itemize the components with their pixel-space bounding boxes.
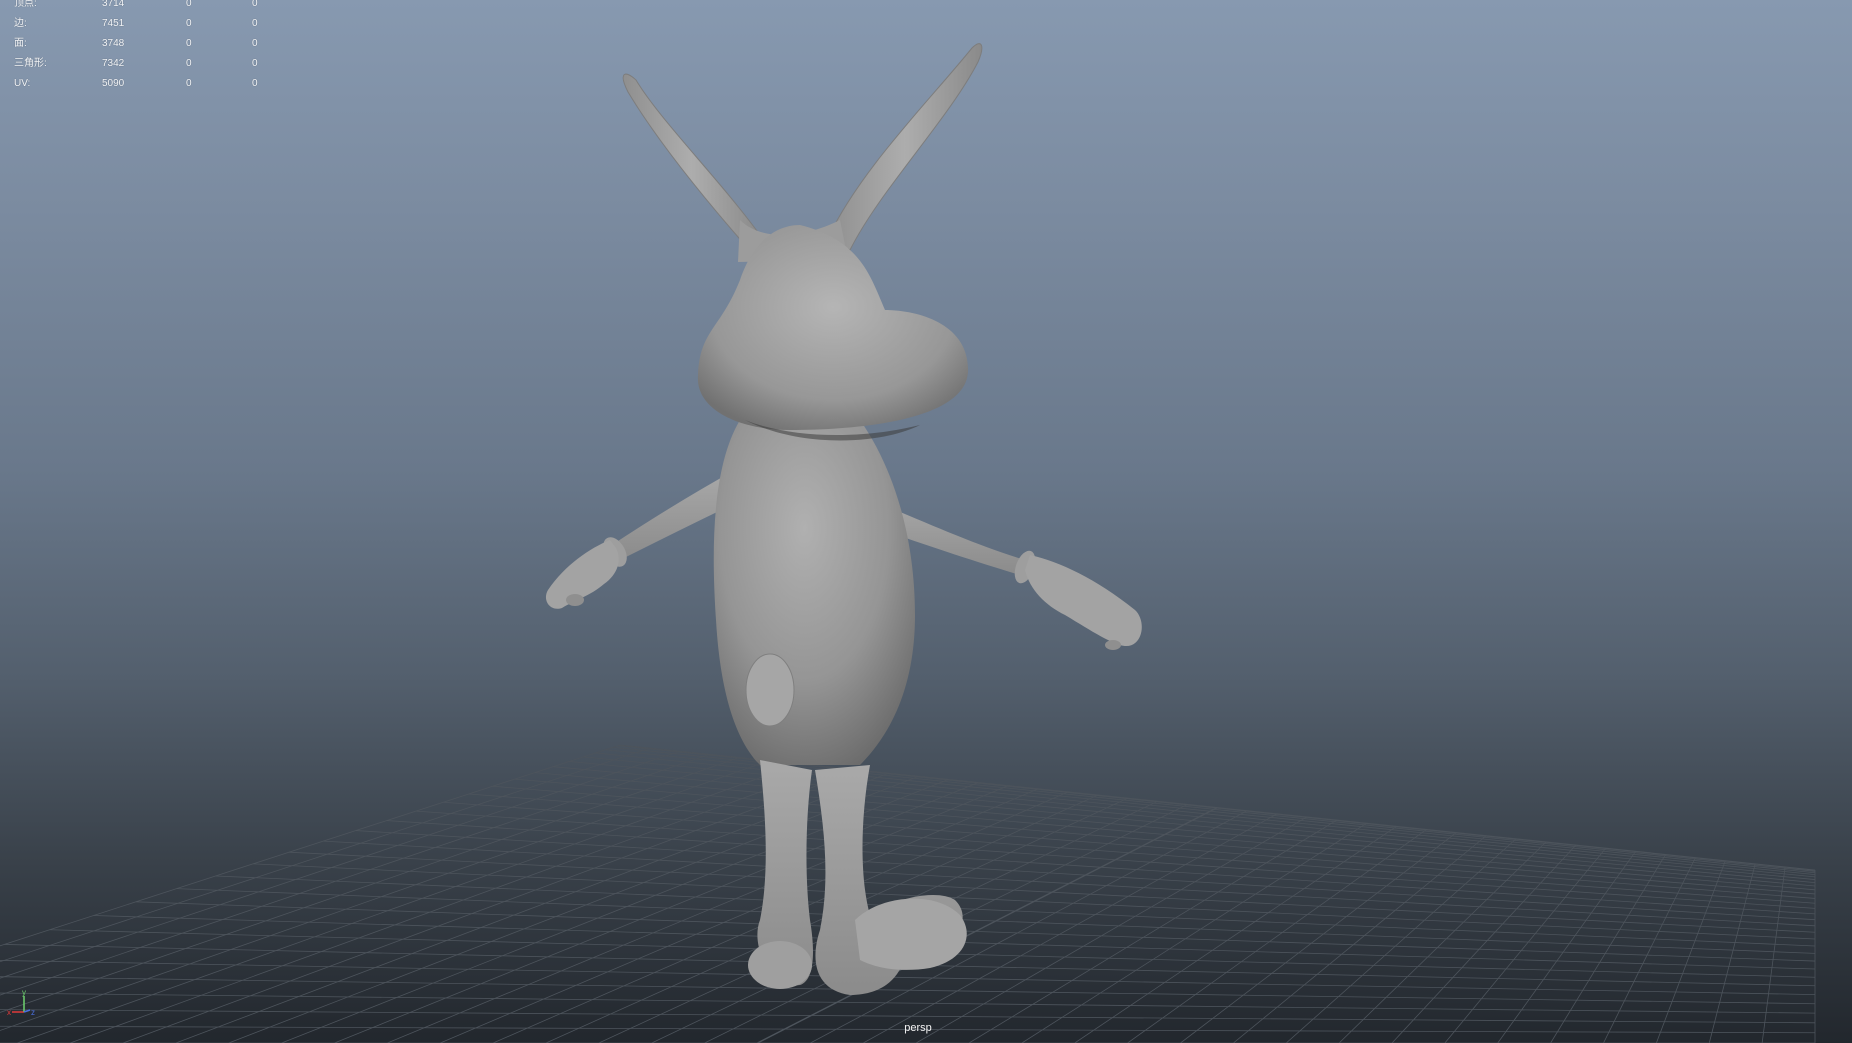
- hud-component-value: 0: [252, 0, 258, 9]
- hud-total-value: 5090: [102, 78, 125, 89]
- 3d-viewport[interactable]: 顶点: 3714 0 0 边: 7451 0 0 面: 3748 0 0 三角形…: [0, 0, 1852, 1043]
- grid-line: [228, 775, 919, 1043]
- grid-line: [215, 875, 1816, 947]
- hud-selected-value: 0: [186, 38, 192, 49]
- right-hand: [1025, 555, 1142, 647]
- hud-selected-value: 0: [186, 18, 192, 29]
- grid-line: [69, 766, 830, 1043]
- hud-selected-value: 0: [186, 0, 192, 9]
- grid-line: [443, 801, 1816, 904]
- hud-label: 三角形:: [14, 58, 47, 69]
- left-ear: [622, 73, 761, 246]
- scene-canvas[interactable]: [0, 0, 1852, 1043]
- hud-row-edges: 边: 7451 0 0: [14, 18, 274, 40]
- ground-grid: [0, 744, 1816, 1043]
- grid-line: [1444, 847, 1607, 1043]
- grid-line: [468, 793, 1816, 899]
- hud-total-value: 3748: [102, 38, 125, 49]
- hud-label: 面:: [14, 38, 27, 49]
- poly-count-hud: 顶点: 3714 0 0 边: 7451 0 0 面: 3748 0 0 三角形…: [14, 0, 274, 100]
- hud-label: UV:: [14, 78, 31, 89]
- hud-total-value: 3714: [102, 0, 125, 9]
- axis-x-label: x: [7, 1008, 11, 1017]
- hud-total-value: 7342: [102, 58, 125, 69]
- right-foot: [855, 898, 967, 970]
- grid-line: [1285, 838, 1517, 1043]
- hud-total-value: 7451: [102, 18, 125, 29]
- grid-line: [122, 769, 860, 1043]
- axis-y-label: y: [22, 988, 26, 997]
- grid-line: [1656, 860, 1726, 1043]
- hud-component-value: 0: [252, 78, 258, 89]
- hud-component-value: 0: [252, 38, 258, 49]
- axis-z-label: z: [31, 1008, 35, 1017]
- hud-selected-value: 0: [186, 58, 192, 69]
- grid-line: [0, 992, 1816, 1014]
- grid-line: [514, 778, 1816, 891]
- hud-row-triangles: 三角形: 7342 0 0: [14, 58, 274, 80]
- grid-line: [1761, 866, 1786, 1043]
- hud-label: 边:: [14, 18, 27, 29]
- grid-line: [0, 747, 650, 963]
- grid-line: [1233, 835, 1487, 1043]
- grid-line: [135, 901, 1816, 962]
- hud-component-value: 0: [252, 18, 258, 29]
- hud-component-value: 0: [252, 58, 258, 69]
- right-ear: [827, 43, 983, 251]
- grid-line: [1391, 844, 1577, 1043]
- grid-line: [534, 772, 1816, 887]
- tail: [745, 653, 795, 727]
- hud-label: 顶点:: [14, 0, 37, 9]
- grid-line: [1497, 851, 1637, 1043]
- axis-gizmo-icon: x y z: [7, 988, 35, 1017]
- grid-line: [569, 761, 1816, 880]
- camera-name-label: persp: [904, 1022, 932, 1034]
- hud-row-vertices: 顶点: 3714 0 0: [14, 0, 274, 20]
- grid-line: [17, 763, 800, 1043]
- bunny-model[interactable]: [545, 43, 1142, 995]
- body: [713, 401, 915, 765]
- grid-line: [1021, 822, 1368, 1043]
- hud-row-uvs: UV: 5090 0 0: [14, 78, 274, 100]
- hud-selected-value: 0: [186, 78, 192, 89]
- hud-row-faces: 面: 3748 0 0: [14, 38, 274, 60]
- left-foot: [748, 941, 812, 989]
- grid-line: [1338, 841, 1547, 1043]
